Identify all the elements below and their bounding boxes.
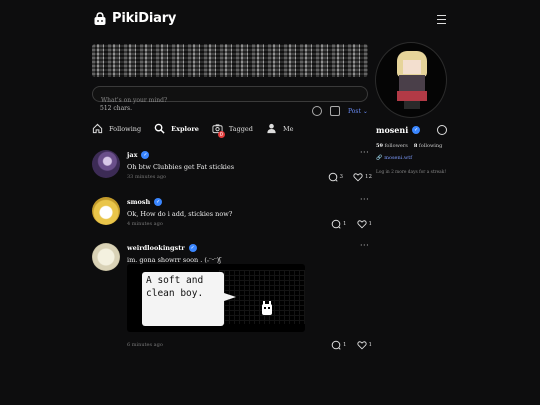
follow-stats: 59 followers 8 following	[376, 143, 442, 149]
post-composer	[92, 86, 368, 107]
like-button[interactable]: 1	[356, 340, 373, 350]
following-label: following	[418, 143, 443, 149]
profile-banner	[92, 44, 368, 77]
verified-badge-icon: ✓	[141, 151, 150, 159]
more-options-icon[interactable]: ···	[360, 241, 369, 250]
image-upload-icon[interactable]	[330, 106, 340, 116]
bunny-sprite	[262, 301, 272, 315]
post-time: 4 minutes ago	[127, 221, 163, 227]
like-count: 12	[365, 174, 372, 180]
verified-badge-icon: ✓	[188, 244, 197, 252]
avatar[interactable]	[92, 243, 120, 271]
comment-count: 1	[343, 221, 347, 227]
comment-count: 1	[343, 342, 347, 348]
avatar[interactable]	[92, 197, 120, 225]
like-count: 1	[368, 342, 373, 348]
post-time: 6 minutes ago	[127, 342, 163, 348]
username-text: moseni	[376, 125, 409, 135]
author-name: jax	[127, 151, 138, 159]
author-name: smosh	[127, 198, 151, 206]
like-button[interactable]: 1	[356, 219, 373, 229]
post-time: 33 minutes ago	[127, 174, 167, 180]
website-link[interactable]: 🔗 moseni.wtf	[376, 155, 412, 161]
hamburger-menu-icon[interactable]	[437, 15, 446, 24]
following-link[interactable]: 8 following	[414, 143, 442, 149]
feed-tabs: Following Explore 0 Tagged Me	[92, 123, 306, 138]
tab-following[interactable]: Following	[92, 123, 141, 134]
verified-badge-icon: ✓	[412, 126, 421, 134]
more-options-icon[interactable]: ···	[360, 148, 369, 157]
followers-count: 59	[376, 143, 383, 149]
comment-button[interactable]: 1	[331, 340, 347, 350]
website-text: moseni.wtf	[384, 155, 413, 161]
composer-tools: Post ⌄	[312, 106, 368, 116]
bag-logo-icon	[94, 11, 106, 25]
followers-label: followers	[384, 143, 408, 149]
heart-icon	[356, 220, 367, 229]
post-actions: 3 12	[328, 172, 372, 182]
app-logo[interactable]: PikiDiary	[93, 11, 176, 26]
post-text: Ok, How do i add, stickies now?	[127, 210, 233, 218]
speech-bubble-tail	[224, 293, 236, 301]
char-count: 512 chars.	[100, 105, 133, 112]
post-actions: 1 1	[331, 219, 372, 229]
feed-post: weirdlookingstr ✓ ··· im. gona showrr so…	[92, 241, 372, 353]
verified-badge-icon: ✓	[154, 198, 163, 206]
search-icon	[154, 123, 165, 134]
comment-icon	[331, 340, 341, 350]
avatar[interactable]	[92, 150, 120, 178]
profile-avatar[interactable]	[375, 42, 447, 118]
user-icon	[267, 123, 276, 134]
post-image[interactable]: A soft and clean boy.	[127, 264, 305, 332]
post-button-label: Post	[348, 107, 361, 115]
comment-button[interactable]: 1	[331, 219, 347, 229]
tagged-badge: 0	[217, 131, 225, 138]
link-icon: 🔗	[376, 155, 383, 161]
post-author[interactable]: jax ✓	[127, 151, 150, 159]
streak-note: Log in 2 more days for a streak!	[376, 170, 447, 175]
feed-post: smosh ✓ ··· Ok, How do i add, stickies n…	[92, 195, 372, 233]
emoji-icon[interactable]	[312, 106, 322, 116]
post-author[interactable]: weirdlookingstr ✓	[127, 244, 197, 252]
tab-explore[interactable]: Explore	[154, 123, 199, 134]
post-button[interactable]: Post ⌄	[348, 108, 368, 115]
speech-bubble: A soft and clean boy.	[142, 272, 224, 326]
post-author[interactable]: smosh ✓	[127, 198, 163, 206]
comment-icon	[328, 172, 338, 182]
post-text: im. gona showrr soon . (˶ᵔᵕᵔ)ʃ	[127, 256, 221, 264]
top-bar: PikiDiary	[90, 10, 450, 32]
author-name: weirdlookingstr	[127, 244, 185, 252]
feed-post: jax ✓ ··· Oh btw Clubbies get Fat sticki…	[92, 148, 372, 186]
like-count: 1	[368, 221, 373, 227]
gear-icon[interactable]	[437, 125, 447, 135]
heart-icon	[356, 341, 367, 350]
post-actions: 1 1	[331, 340, 372, 350]
post-text: Oh btw Clubbies get Fat stickies	[127, 163, 235, 171]
like-button[interactable]: 12	[353, 172, 372, 182]
tab-label: Me	[282, 124, 294, 133]
profile-username[interactable]: moseni ✓	[376, 125, 421, 135]
followers-link[interactable]: 59 followers	[376, 143, 408, 149]
pixel-character	[393, 51, 431, 109]
tab-label: Tagged	[228, 124, 253, 133]
home-icon	[92, 123, 103, 134]
comment-icon	[331, 219, 341, 229]
tab-me[interactable]: Me	[266, 123, 294, 134]
chevron-down-icon: ⌄	[362, 107, 368, 115]
following-count: 8	[413, 143, 418, 149]
more-options-icon[interactable]: ···	[360, 195, 369, 204]
heart-icon	[353, 173, 363, 182]
tab-label: Following	[109, 124, 142, 133]
app-name: PikiDiary	[112, 11, 177, 26]
comment-count: 3	[339, 174, 344, 180]
comment-button[interactable]: 3	[328, 172, 344, 182]
tab-label: Explore	[171, 124, 199, 133]
tab-tagged[interactable]: 0 Tagged	[212, 123, 253, 138]
